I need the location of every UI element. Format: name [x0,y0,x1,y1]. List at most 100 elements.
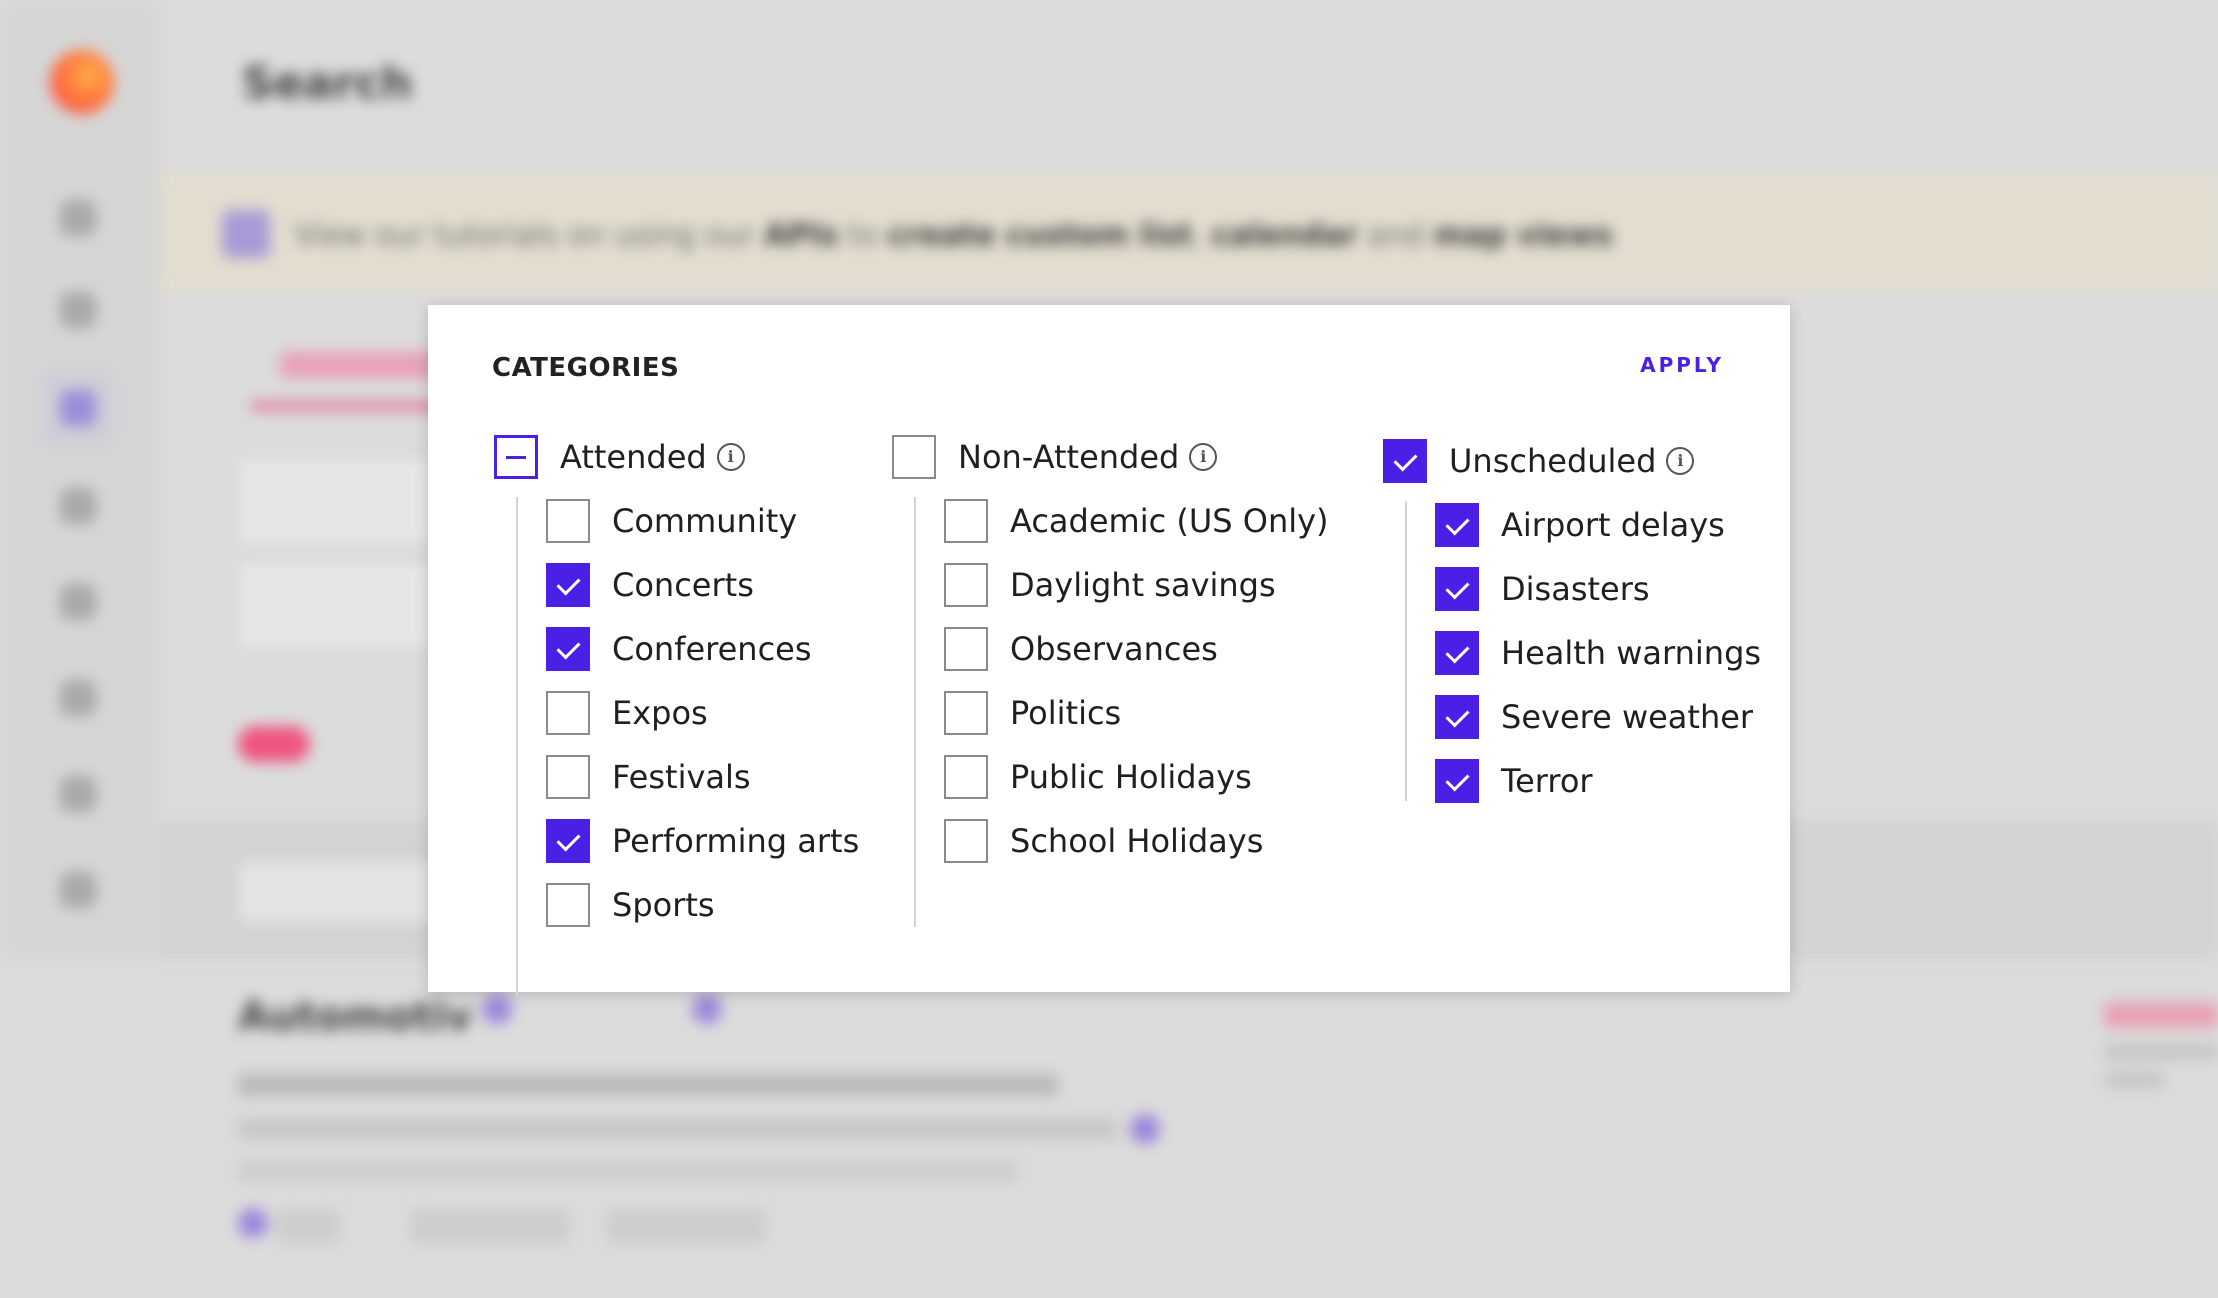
automotive-chip [606,1208,766,1244]
sports-checkbox[interactable] [546,883,590,927]
item-label: Terror [1501,762,1593,800]
category-item-politics[interactable]: Politics [944,691,1121,735]
tree-line [914,497,916,927]
category-item-public-holidays[interactable]: Public Holidays [944,755,1252,799]
category-item-sports[interactable]: Sports [546,883,715,927]
globe-icon[interactable] [60,292,96,328]
school-holidays-checkbox[interactable] [944,819,988,863]
severe-weather-checkbox[interactable] [1435,695,1479,739]
item-label: Community [612,502,798,540]
result-dates [238,1118,1118,1140]
tree-line [1405,501,1407,801]
item-label: Disasters [1501,570,1650,608]
banner-calendar-link[interactable]: calendar [1211,218,1358,253]
group-attended-header[interactable]: Attended i [494,435,745,479]
event-name-input[interactable] [236,560,456,650]
calendar-icon [1130,1114,1160,1144]
calendar-icon [222,210,270,258]
festivals-checkbox[interactable] [546,755,590,799]
public-holidays-checkbox[interactable] [944,755,988,799]
user-icon[interactable] [60,680,96,716]
trend-icon[interactable] [60,584,96,620]
result-value [2104,1002,2218,1028]
home-icon[interactable] [60,200,96,236]
result-title[interactable]: Automotiv [238,994,472,1040]
category-icon [482,994,512,1024]
locations-input[interactable] [236,456,456,546]
modal-title: CATEGORIES [492,353,680,383]
category-item-severe-weather[interactable]: Severe weather [1435,695,1753,739]
toggle-pill[interactable] [238,726,310,762]
item-label: Conferences [612,630,812,668]
group-non-attended-header[interactable]: Non-Attended i [892,435,1218,479]
banner-map-link[interactable]: map views [1433,218,1612,253]
airport-delays-checkbox[interactable] [1435,503,1479,547]
politics-checkbox[interactable] [944,691,988,735]
tag-icon[interactable] [60,776,96,812]
banner-comma: , [1192,218,1212,253]
expos-checkbox[interactable] [546,691,590,735]
category-item-airport-delays[interactable]: Airport delays [1435,503,1725,547]
attended-label: Attended [560,438,707,476]
daylight-savings-checkbox[interactable] [944,563,988,607]
category-item-concerts[interactable]: Concerts [546,563,754,607]
item-label: Severe weather [1501,698,1754,736]
result-accommodation [238,1160,1018,1182]
health-warnings-checkbox[interactable] [1435,631,1479,675]
disasters-checkbox[interactable] [1435,567,1479,611]
item-label: Airport delays [1501,506,1725,544]
category-item-conferences[interactable]: Conferences [546,627,812,671]
non-attended-label: Non-Attended [958,438,1180,476]
active-tab-underline [250,402,450,410]
item-label: Health warnings [1501,634,1762,672]
label-icon [692,994,722,1024]
item-label: Observances [1010,630,1218,668]
item-label: Politics [1010,694,1122,732]
banner-create-link[interactable]: create custom list [888,218,1193,253]
info-icon[interactable]: i [1666,447,1695,475]
apply-button[interactable]: APPLY [1640,353,1724,377]
observances-checkbox[interactable] [944,627,988,671]
conferences-checkbox[interactable] [546,627,590,671]
category-item-daylight-savings[interactable]: Daylight savings [944,563,1276,607]
category-item-terror[interactable]: Terror [1435,759,1593,803]
category-item-observances[interactable]: Observances [944,627,1218,671]
group-unscheduled-header[interactable]: Unscheduled i [1383,439,1695,483]
item-label: Performing arts [612,822,860,860]
banner-apis-link[interactable]: APIs [764,218,838,253]
community-checkbox[interactable] [546,499,590,543]
tree-line [516,497,518,997]
category-item-performing-arts[interactable]: Performing arts [546,819,859,863]
terror-checkbox[interactable] [1435,759,1479,803]
sidebar [0,0,160,960]
category-item-expos[interactable]: Expos [546,691,708,735]
search-icon[interactable] [60,390,96,426]
item-label: Concerts [612,566,754,604]
non-attended-checkbox[interactable] [892,435,936,479]
performing-arts-checkbox[interactable] [546,819,590,863]
category-item-festivals[interactable]: Festivals [546,755,751,799]
category-item-school-holidays[interactable]: School Holidays [944,819,1263,863]
concerts-checkbox[interactable] [546,563,590,607]
chart-icon[interactable] [60,488,96,524]
info-icon[interactable]: i [716,443,745,471]
category-item-health-warnings[interactable]: Health warnings [1435,631,1761,675]
attended-checkbox[interactable] [494,435,538,479]
rank-chip [276,1208,340,1244]
sort-by-select[interactable] [240,862,440,922]
active-tab-label[interactable] [280,352,440,378]
result-address [238,1074,1058,1096]
result-meta [2104,1044,2218,1060]
item-label: Public Holidays [1010,758,1252,796]
category-item-community[interactable]: Community [546,499,797,543]
category-item-academic[interactable]: Academic (US Only) [944,499,1329,543]
attraction-chip [410,1208,570,1244]
info-icon[interactable]: i [1189,443,1218,471]
app-logo [50,50,114,114]
academic-checkbox[interactable] [944,499,988,543]
categories-modal: CATEGORIES APPLY Attended i Community Co… [428,305,1790,997]
banner-prefix: View our tutorials on using our [294,218,765,253]
help-icon[interactable] [60,872,96,908]
category-item-disasters[interactable]: Disasters [1435,567,1650,611]
unscheduled-checkbox[interactable] [1383,439,1427,483]
